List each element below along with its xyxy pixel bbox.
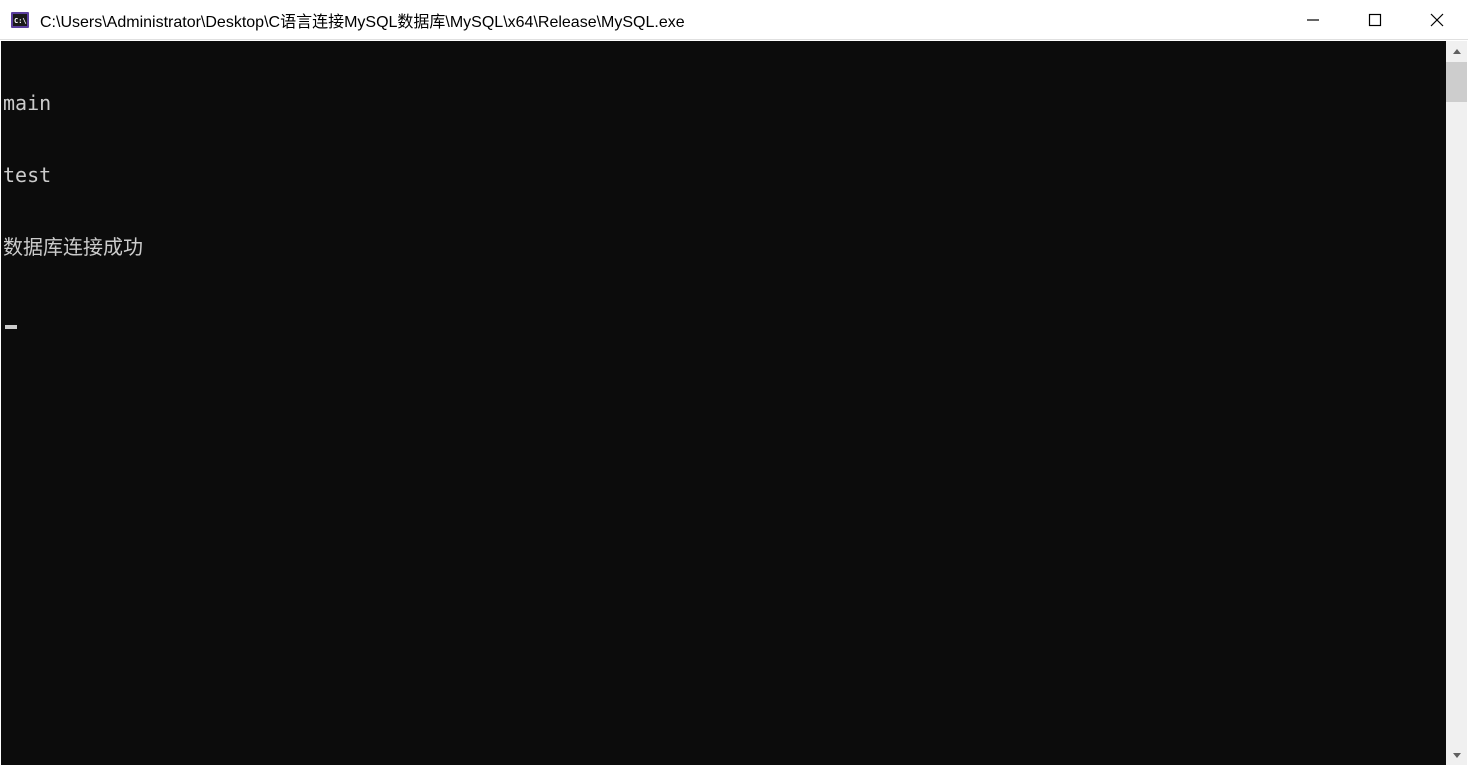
titlebar[interactable]: C:\ C:\Users\Administrator\Desktop\C语言连接… [0, 0, 1468, 40]
window-controls [1282, 0, 1468, 39]
window-title: C:\Users\Administrator\Desktop\C语言连接MySQ… [40, 8, 1282, 32]
scroll-down-button[interactable] [1446, 744, 1467, 765]
console-line: main [1, 91, 1446, 115]
close-button[interactable] [1406, 0, 1468, 39]
console-line: 数据库连接成功 [1, 235, 1446, 259]
console-container: main test 数据库连接成功 [0, 40, 1468, 766]
maximize-button[interactable] [1344, 0, 1406, 39]
scroll-up-button[interactable] [1446, 41, 1467, 62]
cursor-icon [5, 325, 17, 329]
scroll-thumb[interactable] [1446, 62, 1467, 102]
minimize-button[interactable] [1282, 0, 1344, 39]
app-icon: C:\ [10, 10, 30, 30]
vertical-scrollbar[interactable] [1446, 41, 1467, 765]
console-cursor-line [1, 307, 1446, 331]
svg-text:C:\: C:\ [14, 17, 27, 25]
console-line: test [1, 163, 1446, 187]
console-output[interactable]: main test 数据库连接成功 [1, 41, 1446, 765]
scroll-track[interactable] [1446, 62, 1467, 744]
